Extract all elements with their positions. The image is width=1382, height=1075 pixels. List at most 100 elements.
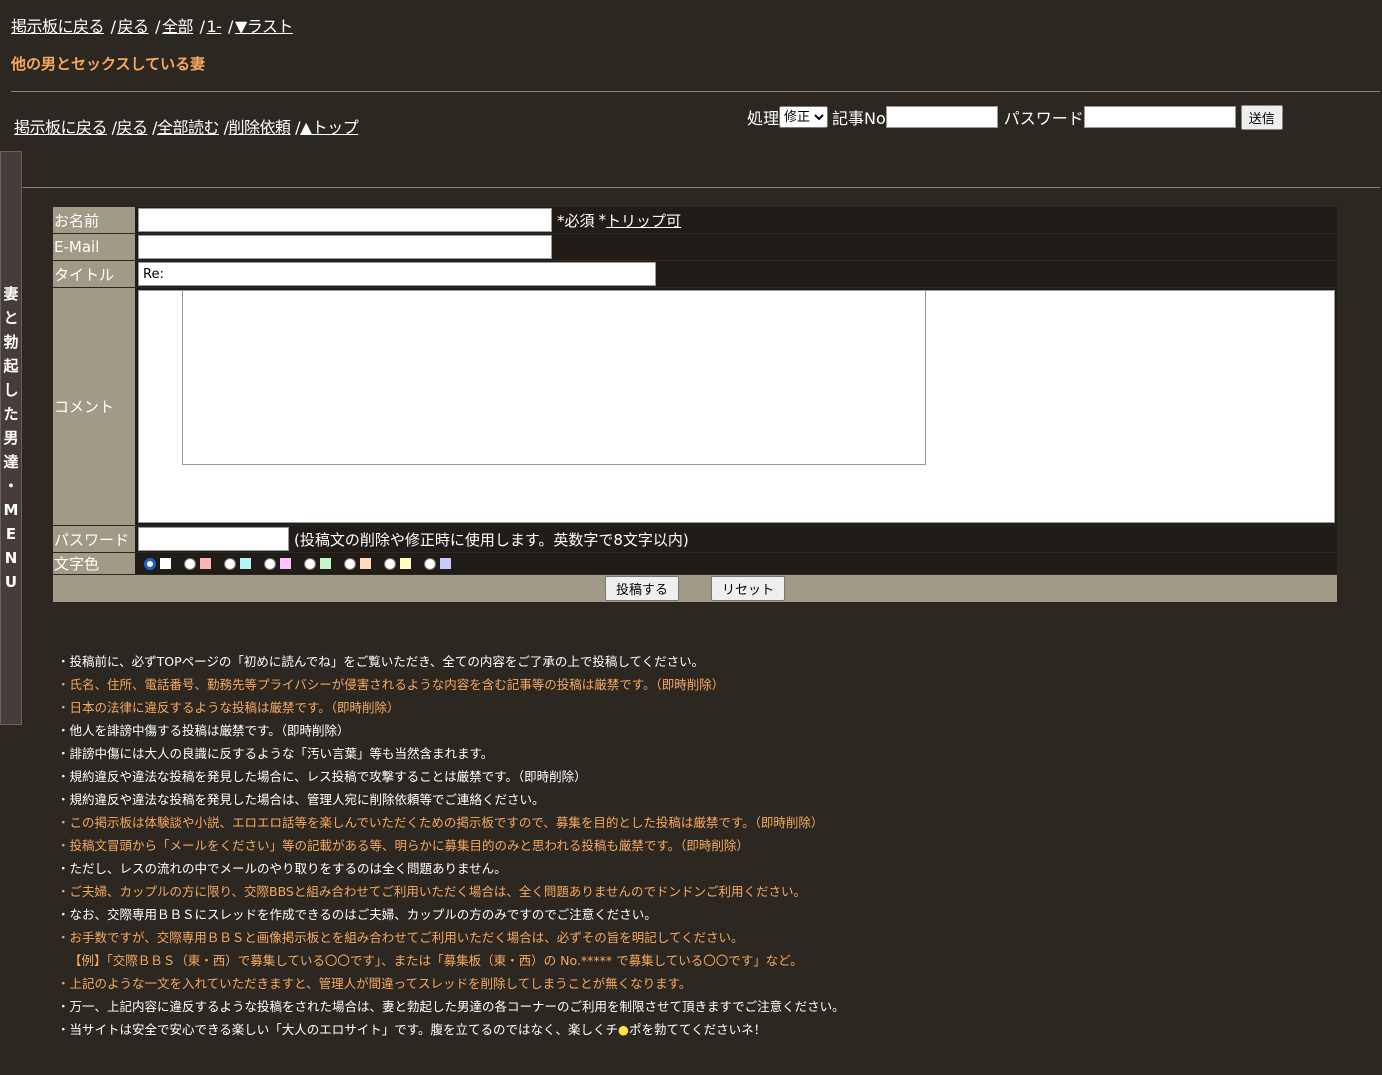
title-label: タイトル bbox=[53, 261, 135, 287]
name-label: お名前 bbox=[53, 207, 135, 233]
first-link[interactable]: 1- bbox=[207, 17, 222, 36]
rule-item: 【例】「交際ＢＢＳ（東・西）で募集している〇〇です」、または「募集板（東・西）の… bbox=[69, 953, 803, 968]
rule-mark: ● bbox=[618, 1022, 629, 1037]
back-link-2[interactable]: 戻る bbox=[117, 118, 149, 137]
color-option[interactable] bbox=[304, 557, 331, 570]
rules-list: ・投稿前に、必ずTOPページの「初めに読んでね」をご覧いただき、全ての内容をご了… bbox=[57, 650, 845, 1041]
process-password-input[interactable] bbox=[1083, 106, 1236, 128]
process-password-label: パスワード bbox=[1003, 109, 1084, 128]
rule-item: ・ただし、レスの流れの中でメールのやり取りをするのは全く問題ありません。 bbox=[57, 861, 507, 876]
color-radio[interactable] bbox=[224, 557, 236, 570]
form-buttons: 投稿する リセット bbox=[53, 575, 1337, 602]
rule-item: ・当サイトは安全で安心できる楽しい「大人のエロサイト」です。腹を立てるのではなく… bbox=[57, 1018, 845, 1041]
color-radio[interactable] bbox=[304, 557, 316, 570]
submit-post-button[interactable]: 投稿する bbox=[604, 576, 679, 601]
rule-item: ・氏名、住所、電話番号、勤務先等プライバシーが侵害されるような内容を含む記事等の… bbox=[57, 677, 725, 692]
password-input[interactable] bbox=[138, 527, 289, 551]
title-input[interactable] bbox=[138, 262, 656, 286]
color-options bbox=[138, 553, 1337, 574]
side-menu-char: 達 bbox=[3, 453, 19, 471]
rule-item: ・投稿前に、必ずTOPページの「初めに読んでね」をご覧いただき、全ての内容をご了… bbox=[57, 654, 705, 669]
back-to-board-link-2[interactable]: 掲示板に戻る bbox=[14, 118, 108, 137]
nav-separator: / bbox=[199, 17, 205, 36]
rule-item: ・誹謗中傷には大人の良識に反するような「汚い言葉」等も当然含まれます。 bbox=[57, 746, 494, 761]
color-row: 文字色 bbox=[53, 553, 1337, 574]
process-form: 処理 修正 記事No パスワード 送信 bbox=[747, 104, 1283, 130]
password-note: (投稿文の削除や修正時に使用します。英数字で8文字以内) bbox=[294, 530, 689, 549]
all-link[interactable]: 全部 bbox=[162, 17, 194, 36]
side-menu-char: た bbox=[3, 405, 19, 423]
comment-row: コメント bbox=[53, 288, 1337, 525]
color-option[interactable] bbox=[384, 557, 411, 570]
color-swatch bbox=[160, 558, 171, 569]
color-radio[interactable] bbox=[264, 557, 276, 570]
color-swatch bbox=[440, 558, 451, 569]
rule-item: ・規約違反や違法な投稿を発見した場合に、レス投稿で攻撃することは厳禁です。（即時… bbox=[57, 769, 587, 784]
color-option[interactable] bbox=[184, 557, 211, 570]
rule-item: ・万一、上記内容に違反するような投稿をされた場合は、妻と勃起した男達の各コーナー… bbox=[57, 999, 845, 1014]
color-radio[interactable] bbox=[184, 557, 196, 570]
send-button[interactable]: 送信 bbox=[1240, 104, 1283, 130]
color-option[interactable] bbox=[424, 557, 451, 570]
secondary-nav: 掲示板に戻る /戻る /全部読む /削除依頼 /▲トップ bbox=[14, 114, 359, 138]
read-all-link[interactable]: 全部読む bbox=[157, 118, 220, 137]
color-option[interactable] bbox=[224, 557, 251, 570]
password-label: パスワード bbox=[53, 526, 135, 552]
side-menu-tab[interactable]: 妻と勃起した男達・ M E N U bbox=[0, 151, 22, 725]
side-menu-char: と bbox=[3, 309, 19, 327]
name-input[interactable] bbox=[138, 208, 552, 232]
side-menu-char: N bbox=[4, 549, 18, 567]
comment-inner-frame bbox=[182, 290, 926, 465]
color-label: 文字色 bbox=[53, 553, 135, 574]
back-link[interactable]: 戻る bbox=[118, 17, 150, 36]
color-radio[interactable] bbox=[384, 557, 396, 570]
top-nav: 掲示板に戻る / 戻る / 全部 /1- / ▼ラスト bbox=[11, 13, 293, 37]
last-link[interactable]: ▼ラスト bbox=[235, 17, 294, 36]
color-option[interactable] bbox=[144, 557, 171, 570]
side-menu-char: M bbox=[3, 501, 19, 519]
delete-request-link[interactable]: 削除依頼 bbox=[229, 118, 292, 137]
name-star-note: * bbox=[598, 211, 607, 229]
top-link[interactable]: ▲トップ bbox=[300, 118, 359, 137]
side-menu-char: U bbox=[4, 573, 18, 591]
rule-item: ・上記のような一文を入れていただきますと、管理人が間違ってスレッドを削除してしま… bbox=[57, 976, 692, 991]
name-required-note: *必須 bbox=[557, 211, 595, 230]
side-menu-char: 起 bbox=[3, 357, 19, 375]
back-to-board-link[interactable]: 掲示板に戻る bbox=[11, 17, 105, 36]
nav-separator: / bbox=[228, 17, 233, 36]
comment-textarea[interactable] bbox=[138, 290, 1335, 523]
divider bbox=[23, 187, 1380, 188]
rule-item: ・他人を誹謗中傷する投稿は厳禁です。（即時削除） bbox=[57, 723, 350, 738]
color-swatch bbox=[240, 558, 251, 569]
rule-item: ・この掲示板は体験談や小説、エロエロ話等を楽しんでいただくための掲示板ですので、… bbox=[57, 815, 824, 830]
rule-item: ・規約違反や違法な投稿を発見した場合は、管理人宛に削除依頼等でご連絡ください。 bbox=[57, 792, 545, 807]
email-row: E-Mail bbox=[53, 234, 1337, 260]
reset-button[interactable]: リセット bbox=[711, 576, 786, 601]
rule-item: ・日本の法律に違反するような投稿は厳禁です。（即時削除） bbox=[57, 700, 400, 715]
rule-item: ・なお、交際専用ＢＢＳにスレッドを作成できるのはご夫婦、カップルの方のみですので… bbox=[57, 907, 657, 922]
color-radio[interactable] bbox=[424, 557, 436, 570]
rule-item: ・ご夫婦、カップルの方に限り、交際BBSと組み合わせてご利用いただく場合は、全く… bbox=[57, 884, 806, 899]
password-row: パスワード (投稿文の削除や修正時に使用します。英数字で8文字以内) bbox=[53, 526, 1337, 552]
article-no-input[interactable] bbox=[885, 106, 998, 128]
rule-text: ポを勃ててくださいネ！ bbox=[628, 1022, 767, 1037]
title-row: タイトル bbox=[53, 261, 1337, 287]
rule-text: ・当サイトは安全で安心できる楽しい「大人のエロサイト」です。腹を立てるのではなく… bbox=[57, 1022, 619, 1037]
color-radio[interactable] bbox=[344, 557, 356, 570]
thread-title: 他の男とセックスしている妻 bbox=[11, 55, 206, 73]
comment-label: コメント bbox=[53, 288, 135, 525]
color-swatch bbox=[280, 558, 291, 569]
color-option[interactable] bbox=[344, 557, 371, 570]
color-swatch bbox=[400, 558, 411, 569]
trip-link[interactable]: トリップ可 bbox=[606, 210, 681, 231]
divider bbox=[11, 91, 1380, 92]
article-no-label: 記事No bbox=[832, 109, 886, 128]
side-menu-char: 男 bbox=[3, 429, 19, 447]
color-option[interactable] bbox=[264, 557, 291, 570]
rule-item: ・投稿文冒頭から「メールをください」等の記載がある等、明らかに募集目的のみと思わ… bbox=[57, 838, 749, 853]
process-label: 処理 bbox=[747, 109, 780, 128]
email-input[interactable] bbox=[138, 235, 552, 259]
process-select[interactable]: 修正 bbox=[779, 106, 829, 128]
nav-separator: / bbox=[110, 17, 116, 36]
color-radio[interactable] bbox=[144, 557, 156, 570]
